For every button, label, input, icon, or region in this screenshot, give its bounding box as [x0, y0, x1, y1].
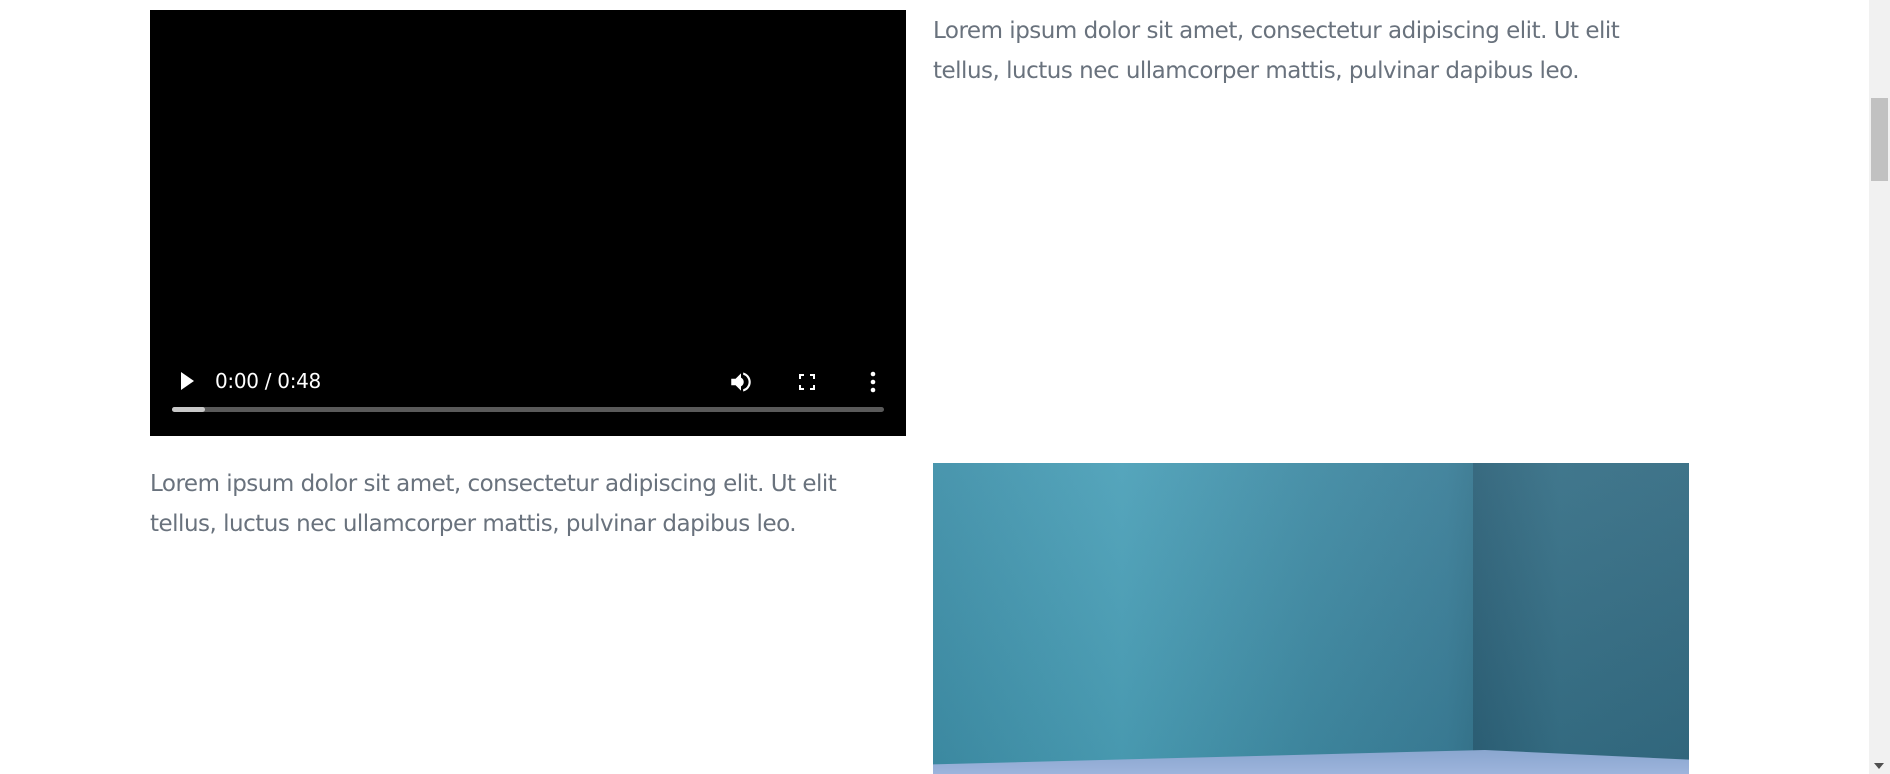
fullscreen-icon [799, 374, 815, 390]
video-controls: 0:00 / 0:48 [150, 346, 906, 436]
section-text-2: Lorem ipsum dolor sit amet, consectetur … [150, 471, 837, 537]
mute-button[interactable] [725, 366, 757, 398]
fullscreen-button[interactable] [791, 366, 823, 398]
image-shade [933, 463, 1689, 774]
more-options-icon [870, 371, 876, 393]
room-corner-image [933, 463, 1689, 774]
volume-icon [731, 372, 751, 392]
section-text-1: Lorem ipsum dolor sit amet, consectetur … [933, 18, 1620, 84]
video-player[interactable]: 0:00 / 0:48 [150, 10, 906, 436]
page-scrollbar[interactable] [1869, 0, 1890, 774]
scroll-down-arrow-icon[interactable] [1874, 763, 1884, 769]
progress-buffered [172, 407, 206, 412]
play-button[interactable] [172, 366, 202, 396]
play-icon [181, 372, 194, 390]
scrollbar-thumb[interactable] [1871, 98, 1888, 181]
time-display: 0:00 / 0:48 [215, 369, 321, 393]
progress-bar[interactable] [172, 407, 884, 412]
more-options-button[interactable] [857, 366, 889, 398]
